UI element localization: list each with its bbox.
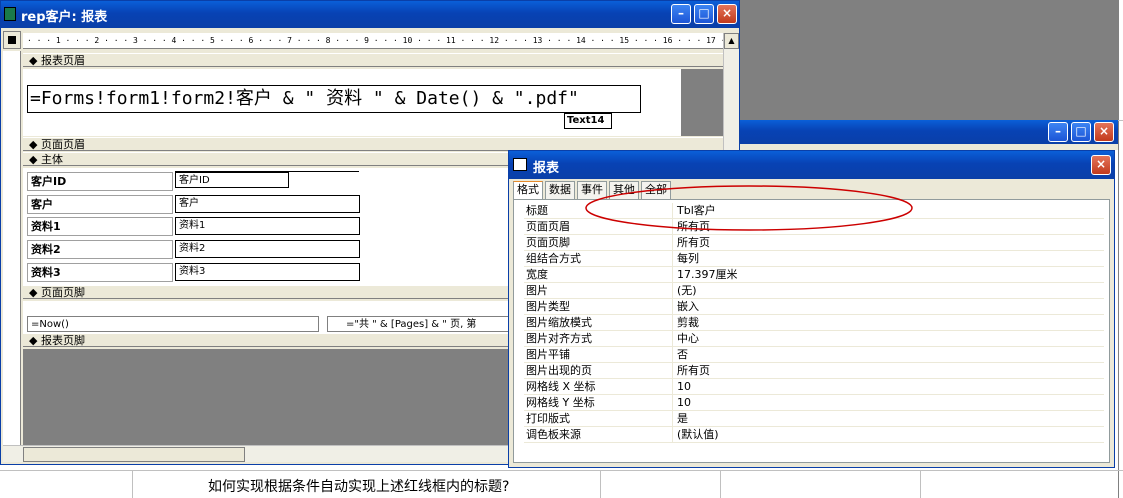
property-row[interactable]: 宽度 17.397厘米 — [524, 267, 1104, 283]
question-text: 如何实现根据条件自动实现上述红线框内的标题? — [208, 479, 510, 495]
section-bar-page-header[interactable]: ◆ 页面页眉 — [23, 137, 723, 151]
properties-icon — [513, 158, 527, 171]
field-label-data1[interactable]: 资料1 — [27, 217, 173, 236]
empty-area — [681, 69, 723, 136]
section-arrow-icon: ◆ — [29, 334, 38, 347]
section-label: 页面页脚 — [40, 286, 85, 299]
property-row[interactable]: 图片类型 嵌入 — [524, 299, 1104, 315]
section-label: 页面页眉 — [40, 138, 85, 151]
property-value[interactable]: 所有页 — [672, 363, 1092, 378]
workspace-background — [740, 0, 1118, 120]
property-value[interactable]: 是 — [672, 411, 1092, 426]
property-row[interactable]: 页面页脚 所有页 — [524, 235, 1104, 251]
section-label: 报表页脚 — [40, 334, 85, 347]
property-row[interactable]: 调色板来源 (默认值) — [524, 427, 1104, 443]
field-label-customer[interactable]: 客户 — [27, 195, 173, 214]
property-name: 图片类型 — [526, 300, 570, 313]
field-label-data2[interactable]: 资料2 — [27, 240, 173, 259]
minimize-button[interactable]: – — [671, 4, 691, 24]
property-name: 图片平铺 — [526, 348, 570, 361]
grid-line — [720, 470, 721, 498]
section-bar-report-header[interactable]: ◆ 报表页眉 — [23, 53, 723, 67]
property-value[interactable]: (默认值) — [672, 427, 1092, 442]
section-arrow-icon: ◆ — [29, 138, 38, 151]
property-row[interactable]: 网格线 Y 坐标 10 — [524, 395, 1104, 411]
grid-line — [920, 470, 921, 498]
property-row[interactable]: 图片出现的页 所有页 — [524, 363, 1104, 379]
property-name: 页面页脚 — [526, 236, 570, 249]
property-name: 图片出现的页 — [526, 364, 592, 377]
property-value[interactable]: (无) — [672, 283, 1092, 298]
property-value[interactable]: 每列 — [672, 251, 1092, 266]
field-textbox-customer[interactable]: 客户 — [175, 195, 360, 213]
tab-format[interactable]: 格式 — [513, 181, 543, 199]
property-value[interactable]: 10 — [672, 379, 1092, 394]
field-label-data3[interactable]: 资料3 — [27, 263, 173, 282]
report-window-titlebar: rep客户: 报表 – □ × — [1, 1, 739, 28]
select-report-icon — [8, 36, 16, 44]
property-name: 网格线 X 坐标 — [526, 380, 596, 393]
now-textbox[interactable]: =Now() — [27, 316, 319, 332]
maximize-button[interactable]: □ — [1071, 122, 1091, 142]
scroll-thumb[interactable] — [23, 447, 245, 462]
scroll-up-arrow[interactable]: ▲ — [724, 33, 739, 49]
title-expression-textbox[interactable]: =Forms!form1!form2!客户 & " 资料 " & Date() … — [27, 85, 641, 113]
section-arrow-icon: ◆ — [29, 54, 38, 67]
field-textbox-customer-id[interactable]: 客户ID — [175, 172, 289, 188]
select-report-box[interactable] — [3, 31, 21, 49]
background-window-titlebar: – □ × — [740, 120, 1118, 144]
property-value[interactable]: 10 — [672, 395, 1092, 410]
text14-label[interactable]: Text14 — [564, 113, 612, 129]
property-value[interactable]: 中心 — [672, 331, 1092, 346]
vertical-ruler — [3, 51, 21, 446]
property-row[interactable]: 组结合方式 每列 — [524, 251, 1104, 267]
horizontal-ruler: · · · 1 · · · 2 · · · 3 · · · 4 · · · 5 … — [23, 33, 723, 49]
field-label-customer-id[interactable]: 客户ID — [27, 172, 173, 191]
close-button[interactable]: × — [1091, 155, 1111, 175]
minimize-button[interactable]: – — [1048, 122, 1068, 142]
property-name: 组结合方式 — [526, 252, 581, 265]
pages-textbox[interactable]: ="共 " & [Pages] & " 页, 第 — [327, 316, 517, 332]
section-label: 报表页眉 — [40, 54, 85, 67]
property-value[interactable]: 17.397厘米 — [672, 267, 1092, 282]
section-arrow-icon: ◆ — [29, 286, 38, 299]
grid-line — [1118, 0, 1119, 498]
property-name: 调色板来源 — [526, 428, 581, 441]
section-arrow-icon: ◆ — [29, 153, 38, 166]
report-icon — [4, 7, 16, 21]
property-name: 打印版式 — [526, 412, 570, 425]
close-button[interactable]: × — [717, 4, 737, 24]
property-window-title: 报表 — [533, 161, 560, 176]
property-row[interactable]: 图片缩放模式 剪裁 — [524, 315, 1104, 331]
section-label: 主体 — [40, 153, 63, 166]
maximize-button[interactable]: □ — [694, 4, 714, 24]
property-value[interactable]: 否 — [672, 347, 1092, 362]
property-name: 图片缩放模式 — [526, 316, 592, 329]
grid-line — [600, 470, 601, 498]
report-window-title: rep客户: 报表 — [21, 10, 108, 25]
property-grid: 标题 Tbl客户 页面页眉 所有页 页面页脚 所有页 组结合方式 每列 宽度 17.397厘米 图片… — [513, 199, 1110, 463]
close-button[interactable]: × — [1094, 122, 1114, 142]
tab-data[interactable]: 数据 — [545, 181, 575, 199]
property-row[interactable]: 图片对齐方式 中心 — [524, 331, 1104, 347]
property-row[interactable]: 图片 (无) — [524, 283, 1104, 299]
property-value[interactable]: 嵌入 — [672, 299, 1092, 314]
field-textbox-data3[interactable]: 资料3 — [175, 263, 360, 281]
field-textbox-data1[interactable]: 资料1 — [175, 217, 360, 235]
grid-line — [132, 470, 133, 498]
grid-line — [0, 470, 1123, 471]
property-name: 图片 — [526, 284, 548, 297]
field-textbox-data2[interactable]: 资料2 — [175, 240, 360, 258]
property-name: 网格线 Y 坐标 — [526, 396, 595, 409]
property-window-titlebar: 报表 × — [509, 151, 1114, 179]
property-row[interactable]: 打印版式 是 — [524, 411, 1104, 427]
property-name: 宽度 — [526, 268, 548, 281]
property-value[interactable]: 所有页 — [672, 235, 1092, 250]
property-row[interactable]: 图片平铺 否 — [524, 347, 1104, 363]
highlight-ellipse — [585, 185, 913, 231]
property-value[interactable]: 剪裁 — [672, 315, 1092, 330]
property-sheet-window: 报表 × 格式 数据 事件 其他 全部 标题 Tbl客户 页面页眉 所有页 页面页脚 所有… — [508, 150, 1115, 468]
property-name: 图片对齐方式 — [526, 332, 592, 345]
property-row[interactable]: 网格线 X 坐标 10 — [524, 379, 1104, 395]
